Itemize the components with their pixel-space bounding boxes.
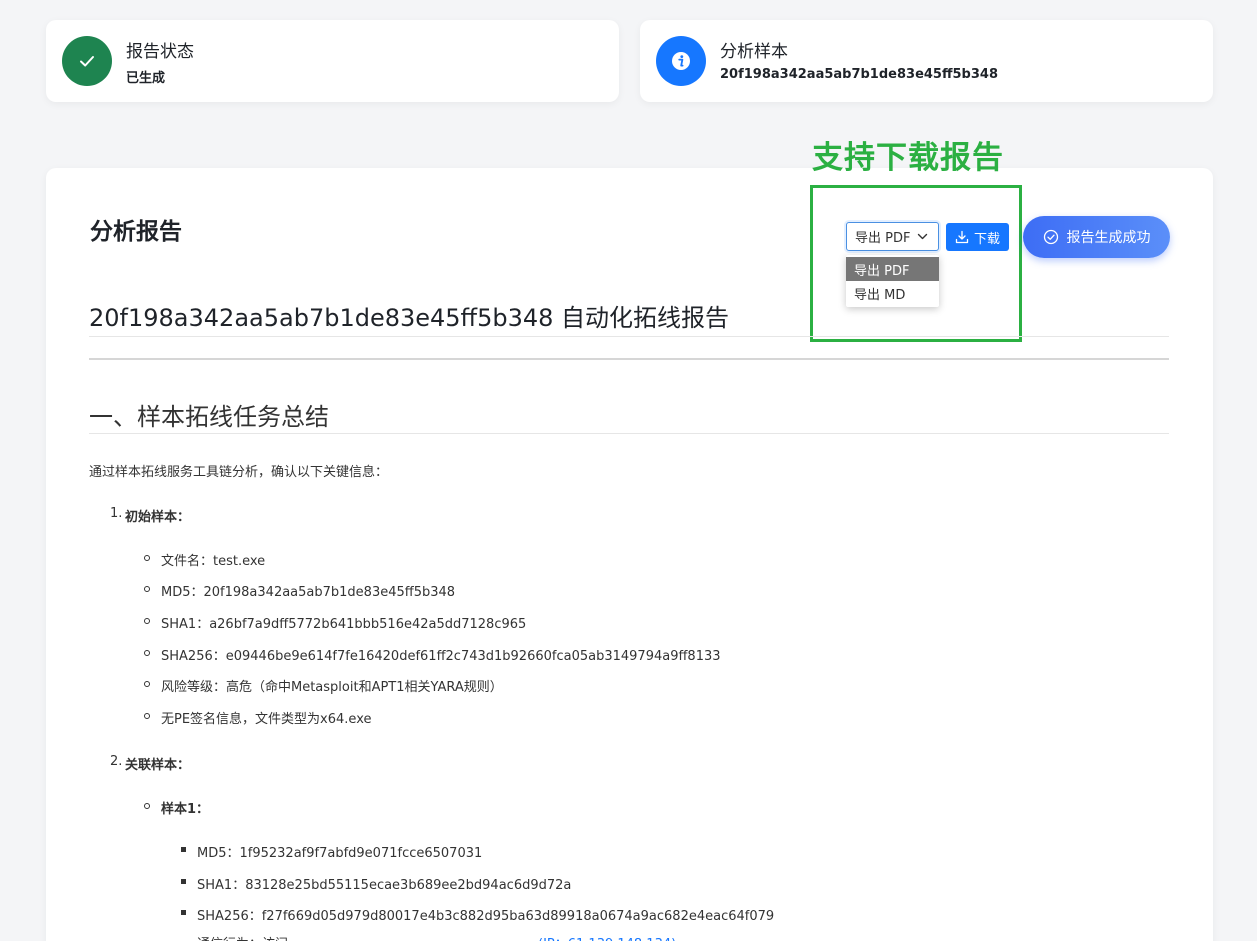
report-status-card: 报告状态 已生成 [46, 20, 619, 102]
list-item: MD5：1f95232af9f7abfd9e071fcce6507031 [197, 846, 483, 861]
bullet-icon [181, 879, 186, 884]
download-icon [955, 230, 969, 244]
success-label: 报告生成成功 [1066, 230, 1151, 246]
item2-number: 2. [110, 754, 123, 769]
chevron-down-icon [917, 233, 928, 240]
list-item: MD5：20f198a342aa5ab7b1de83e45ff5b348 [161, 585, 456, 600]
section-underline [89, 433, 1169, 434]
download-button[interactable]: 下载 [946, 223, 1009, 251]
list-item-partial: 通信行为：访问 [197, 933, 288, 941]
info-icon [672, 52, 690, 70]
list-item: SHA256：f27f669d05d979d80017e4b3c882d95ba… [197, 909, 775, 924]
list-item: 风险等级：高危（命中Metasploit和APT1相关YARA规则） [161, 680, 503, 695]
bullet-icon [144, 681, 150, 687]
item1-label: 初始样本： [125, 510, 191, 525]
intro-text: 通过样本拓线服务工具链分析，确认以下关键信息： [89, 465, 389, 480]
annotation-label: 支持下载报告 [812, 140, 1004, 176]
section-title: 一、样本拓线任务总结 [89, 403, 329, 431]
list-item: 文件名：test.exe [161, 554, 266, 569]
bullet-icon [144, 803, 150, 809]
check-icon [80, 56, 94, 67]
bullet-icon [144, 650, 150, 656]
bullet-icon [144, 586, 150, 592]
list-item: SHA1：83128e25bd55115ecae3b689ee2bd94ac6d… [197, 878, 572, 893]
status-value: 已生成 [126, 71, 166, 86]
download-label: 下载 [973, 231, 1000, 247]
status-circle [62, 36, 112, 86]
bullet-icon [181, 910, 186, 915]
analysis-sample-card: 分析样本 20f198a342aa5ab7b1de83e45ff5b348 [640, 20, 1213, 102]
export-dropdown-menu: 导出 PDF 导出 MD [846, 255, 939, 307]
list-item: SHA256：e09446be9e614f7fe16420def61ff2c74… [161, 649, 721, 664]
item2-label: 关联样本： [125, 758, 191, 773]
export-selected-value: 导出 PDF [855, 231, 911, 246]
title-underline [89, 336, 1169, 337]
status-title: 报告状态 [126, 42, 194, 62]
sample-title: 分析样本 [720, 42, 788, 62]
list-item: SHA1：a26bf7a9dff5772b641bbb516e42a5dd712… [161, 617, 527, 632]
check-circle-icon [1043, 229, 1058, 245]
bullet-icon [181, 847, 186, 852]
bullet-icon [144, 555, 150, 561]
export-option-pdf[interactable]: 导出 PDF [846, 257, 939, 281]
report-heading: 分析报告 [90, 219, 182, 245]
list-item: 无PE签名信息，文件类型为x64.exe [161, 712, 372, 727]
item1-number: 1. [110, 506, 123, 521]
export-option-md[interactable]: 导出 MD [846, 281, 939, 305]
ip-link[interactable]: (IP：61.139.148.134) [538, 933, 676, 941]
horizontal-rule [89, 358, 1169, 360]
bullet-icon [144, 618, 150, 624]
sample1-label: 样本1： [161, 802, 210, 817]
report-title: 20f198a342aa5ab7b1de83e45ff5b348 自动化拓线报告 [89, 304, 730, 332]
sample-value: 20f198a342aa5ab7b1de83e45ff5b348 [720, 67, 998, 82]
report-success-button[interactable]: 报告生成成功 [1023, 216, 1170, 258]
sample-circle [656, 36, 706, 86]
export-format-select[interactable]: 导出 PDF [846, 222, 939, 251]
bullet-icon [144, 713, 150, 719]
